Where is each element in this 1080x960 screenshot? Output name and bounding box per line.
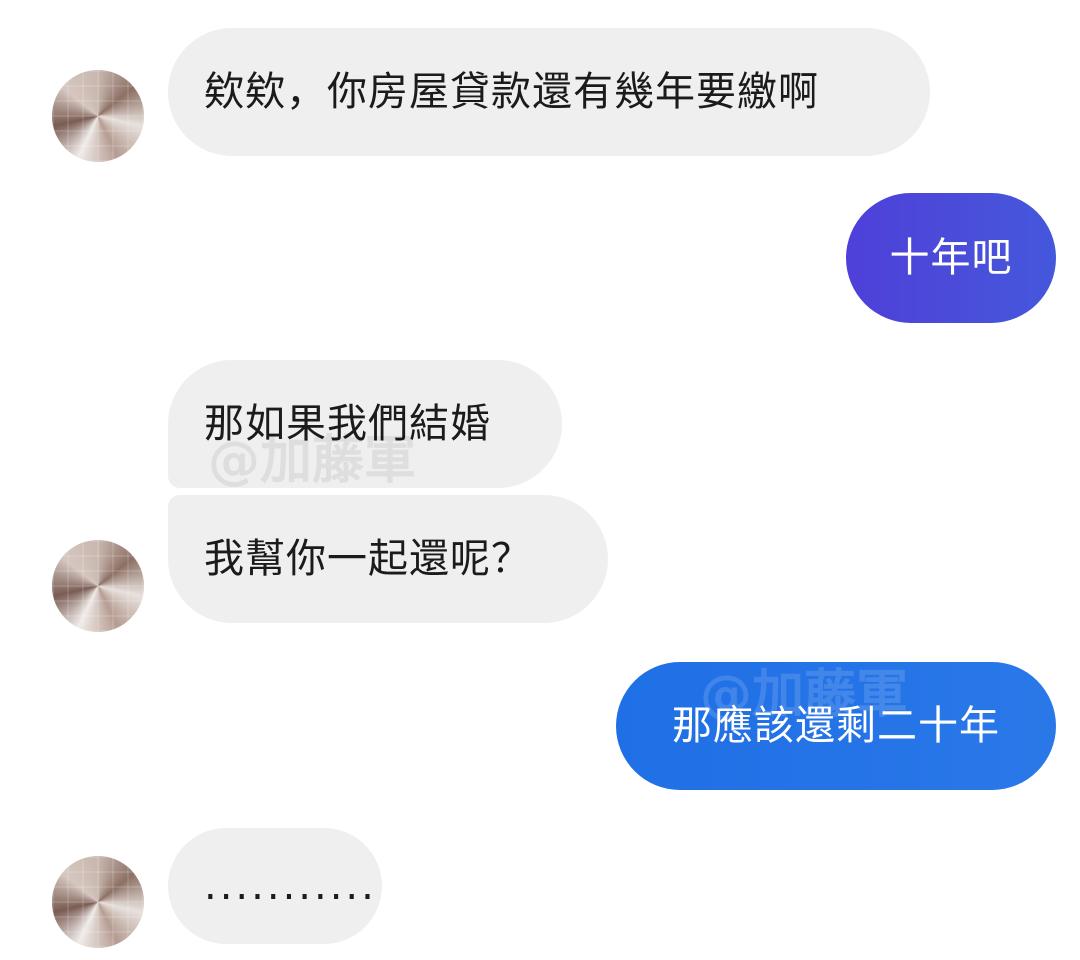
incoming-message[interactable]: 那如果我們結婚 bbox=[168, 360, 562, 488]
message-text: 欸欸，你房屋貸款還有幾年要繳啊 bbox=[204, 69, 819, 115]
message-text: 十年吧 bbox=[889, 235, 1013, 281]
outgoing-message[interactable]: 那應該還剩二十年 bbox=[616, 662, 1056, 790]
chat-thread: 欸欸，你房屋貸款還有幾年要繳啊 十年吧 那如果我們結婚 我幫你一起還呢？ 那應該… bbox=[0, 0, 1080, 960]
contact-avatar-icon[interactable] bbox=[52, 540, 144, 632]
message-text: 我幫你一起還呢？ bbox=[204, 536, 532, 582]
incoming-message[interactable]: ........... bbox=[168, 828, 382, 944]
incoming-message[interactable]: 我幫你一起還呢？ bbox=[168, 495, 608, 623]
message-text: 那應該還剩二十年 bbox=[672, 703, 1000, 749]
incoming-message[interactable]: 欸欸，你房屋貸款還有幾年要繳啊 bbox=[168, 28, 930, 156]
outgoing-message[interactable]: 十年吧 bbox=[846, 193, 1056, 323]
contact-avatar-icon[interactable] bbox=[52, 70, 144, 162]
message-text: 那如果我們結婚 bbox=[204, 401, 491, 447]
contact-avatar-icon[interactable] bbox=[52, 856, 144, 948]
message-text: ........... bbox=[204, 863, 377, 909]
